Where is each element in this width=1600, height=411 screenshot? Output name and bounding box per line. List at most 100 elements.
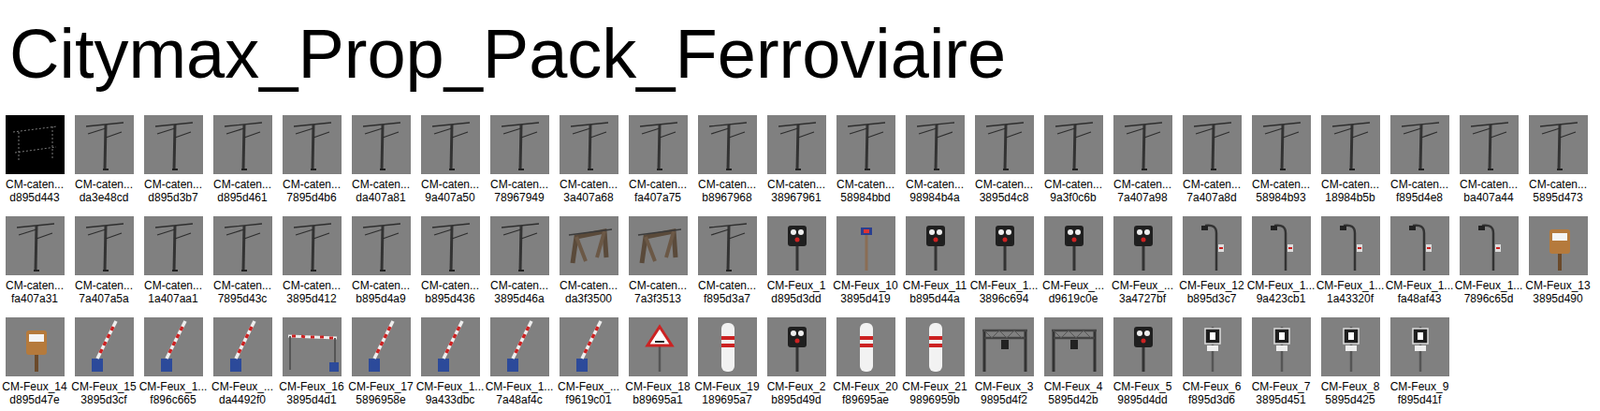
- file-thumbnail[interactable]: [1044, 216, 1104, 276]
- file-hash[interactable]: 3895d46a: [494, 291, 544, 306]
- file-name[interactable]: CM-Feux_17: [348, 379, 413, 393]
- file-hash[interactable]: 9a407a50: [424, 190, 475, 204]
- file-hash[interactable]: 3895d451: [1255, 392, 1306, 407]
- file-name[interactable]: CM-Feux_4: [1044, 379, 1104, 393]
- file-hash[interactable]: 7a3f3513: [634, 291, 682, 306]
- file-hash[interactable]: 1a43320f: [1326, 291, 1374, 306]
- file-name[interactable]: CM-Feux_1...: [1316, 278, 1385, 292]
- file-item[interactable]: CM-Feux_73895d451: [1246, 317, 1316, 411]
- file-item[interactable]: CM-Feux_1...9a423cb1: [1246, 216, 1316, 318]
- file-thumbnail[interactable]: [767, 317, 827, 377]
- file-hash[interactable]: fa407a31: [11, 291, 59, 306]
- file-thumbnail[interactable]: [5, 317, 65, 377]
- file-hash[interactable]: 7896c65d: [1464, 291, 1514, 306]
- file-item[interactable]: CM-caten...ba407a44: [1454, 115, 1524, 217]
- file-name[interactable]: CM-Feux_1: [767, 278, 827, 292]
- file-hash[interactable]: 3895d490: [1532, 291, 1583, 306]
- file-name[interactable]: CM-Feux_18: [625, 379, 690, 393]
- file-hash[interactable]: d895d47e: [9, 392, 59, 407]
- file-item[interactable]: CM-caten...7a407a8d: [1177, 115, 1247, 217]
- file-hash[interactable]: fa407a75: [634, 190, 682, 204]
- file-thumbnail[interactable]: [836, 317, 896, 377]
- file-hash[interactable]: 3895d4d1: [286, 392, 336, 407]
- file-name[interactable]: CM-caten...: [559, 278, 618, 292]
- file-hash[interactable]: f895d4e8: [1396, 190, 1443, 204]
- file-thumbnail[interactable]: [490, 216, 550, 276]
- file-name[interactable]: CM-Feux_...: [557, 379, 620, 393]
- file-thumbnail[interactable]: [1459, 216, 1519, 276]
- file-thumbnail[interactable]: [144, 317, 204, 377]
- file-name[interactable]: CM-caten...: [974, 177, 1033, 191]
- file-thumbnail[interactable]: [351, 115, 411, 175]
- file-hash[interactable]: f89695ae: [842, 392, 889, 407]
- file-name[interactable]: CM-caten...: [1044, 177, 1103, 191]
- file-item[interactable]: CM-caten...7a3f3513: [623, 216, 693, 318]
- file-thumbnail[interactable]: [421, 216, 480, 276]
- file-hash[interactable]: da4492f0: [218, 392, 266, 407]
- file-name[interactable]: CM-caten...: [421, 177, 480, 191]
- file-hash[interactable]: da407a81: [355, 190, 406, 204]
- file-item[interactable]: CM-Feux_2b895d49d: [761, 317, 831, 411]
- file-thumbnail[interactable]: [1390, 216, 1450, 276]
- file-name[interactable]: CM-caten...: [559, 177, 618, 191]
- file-name[interactable]: CM-caten...: [490, 278, 549, 292]
- file-thumbnail[interactable]: [1182, 115, 1242, 175]
- file-hash[interactable]: 58984b93: [1255, 190, 1306, 204]
- file-name[interactable]: CM-Feux_...: [1111, 278, 1174, 292]
- file-thumbnail[interactable]: [1390, 317, 1450, 377]
- file-thumbnail[interactable]: [5, 216, 65, 276]
- file-thumbnail[interactable]: [1390, 115, 1450, 175]
- file-hash[interactable]: 9895d4dd: [1117, 392, 1167, 407]
- file-item[interactable]: CM-caten...3a407a68: [553, 115, 624, 217]
- file-item[interactable]: CM-Feux_219896959b: [900, 317, 970, 411]
- file-hash[interactable]: 3895d3cf: [80, 392, 127, 407]
- file-item[interactable]: CM-Feux_...d9619c0e: [1038, 216, 1108, 318]
- file-name[interactable]: CM-caten...: [5, 177, 64, 191]
- file-item[interactable]: CM-Feux_9f895d41f: [1384, 317, 1455, 411]
- file-hash[interactable]: 98984b4a: [909, 190, 960, 204]
- file-thumbnail[interactable]: [628, 216, 688, 276]
- file-hash[interactable]: da3f3500: [565, 291, 612, 306]
- file-hash[interactable]: f895d41f: [1397, 392, 1442, 407]
- file-name[interactable]: CM-caten...: [1321, 177, 1380, 191]
- file-hash[interactable]: b895d3c7: [1187, 291, 1237, 306]
- file-name[interactable]: CM-Feux_1...: [970, 278, 1039, 292]
- file-thumbnail[interactable]: [1044, 317, 1104, 377]
- file-thumbnail[interactable]: [698, 216, 757, 276]
- file-item[interactable]: CM-Feux_1...9a433dbc: [415, 317, 485, 411]
- file-hash[interactable]: 7a407a8d: [1186, 190, 1237, 204]
- file-item[interactable]: CM-Feux_39895d4f2: [969, 317, 1039, 411]
- file-thumbnail[interactable]: [282, 216, 342, 276]
- file-thumbnail[interactable]: [213, 216, 273, 276]
- file-item[interactable]: CM-Feux_...da4492f0: [207, 317, 277, 411]
- file-hash[interactable]: b895d44a: [909, 291, 960, 306]
- file-name[interactable]: CM-caten...: [144, 177, 203, 191]
- file-item[interactable]: CM-caten...7a407a98: [1107, 115, 1178, 217]
- file-name[interactable]: CM-Feux_...: [211, 379, 274, 393]
- file-hash[interactable]: 9896959b: [909, 392, 960, 407]
- file-hash[interactable]: d9619c0e: [1048, 291, 1099, 306]
- file-hash[interactable]: 58984bbd: [840, 190, 890, 204]
- file-thumbnail[interactable]: [1113, 216, 1173, 276]
- file-name[interactable]: CM-caten...: [698, 278, 757, 292]
- file-name[interactable]: CM-Feux_1...: [416, 379, 485, 393]
- file-item[interactable]: CM-Feux_1...1a43320f: [1315, 216, 1385, 318]
- file-thumbnail[interactable]: [836, 216, 896, 276]
- file-hash[interactable]: f895d3d6: [1188, 392, 1236, 407]
- file-name[interactable]: CM-Feux_8: [1321, 379, 1381, 393]
- file-thumbnail[interactable]: [1459, 115, 1519, 175]
- file-hash[interactable]: b8967968: [701, 190, 752, 204]
- file-item[interactable]: CM-Feux_1...7896c65d: [1454, 216, 1524, 318]
- file-item[interactable]: CM-Feux_1...3896c694: [969, 216, 1039, 318]
- file-hash[interactable]: f895d3a7: [703, 291, 751, 306]
- file-hash[interactable]: 189695a7: [701, 392, 752, 407]
- file-hash[interactable]: ba407a44: [1463, 190, 1513, 204]
- file-name[interactable]: CM-caten...: [628, 177, 687, 191]
- file-thumbnail[interactable]: [559, 216, 619, 276]
- file-name[interactable]: CM-Feux_3: [974, 379, 1034, 393]
- file-item[interactable]: CM-caten...d895d3b7: [138, 115, 208, 217]
- file-name[interactable]: CM-caten...: [490, 177, 549, 191]
- file-name[interactable]: CM-Feux_7: [1251, 379, 1311, 393]
- file-item[interactable]: CM-caten...f895d3a7: [692, 216, 762, 318]
- file-item[interactable]: CM-caten...98984b4a: [900, 115, 970, 217]
